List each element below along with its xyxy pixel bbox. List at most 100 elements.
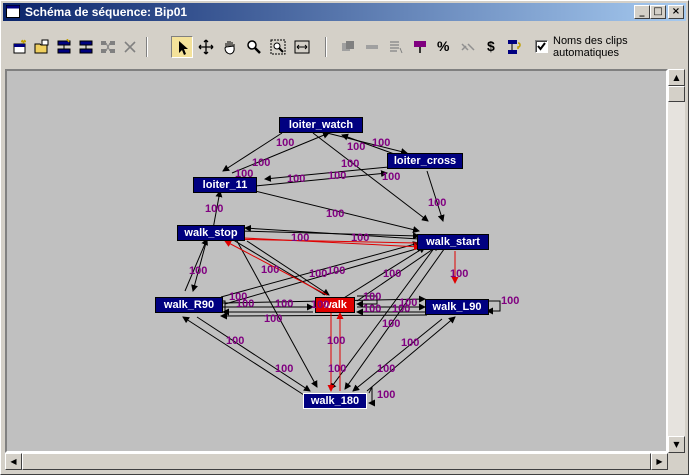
- auto-clip-names-label: Noms des clips automatiques: [553, 35, 628, 59]
- insert-transition-button[interactable]: [53, 36, 75, 58]
- flag-icon: [414, 41, 426, 53]
- open-clip-button[interactable]: [31, 36, 53, 58]
- move-icon: [198, 39, 214, 55]
- properties-icon: [342, 41, 354, 51]
- minus-button[interactable]: [361, 36, 383, 58]
- transition-weight: 100: [450, 268, 469, 280]
- zoom-region-button[interactable]: [267, 36, 289, 58]
- new-clip-button[interactable]: [9, 36, 31, 58]
- insert-transition-icon: [57, 39, 71, 54]
- transition-weight: 100: [347, 141, 366, 153]
- remove-transition-icon: [79, 40, 93, 54]
- shuffle-button[interactable]: [457, 36, 479, 58]
- sequence-graph-canvas[interactable]: loiter_watch loiter_cross loiter_11 walk…: [5, 69, 668, 453]
- properties-button[interactable]: [337, 36, 359, 58]
- fit-view-button[interactable]: [291, 36, 313, 58]
- percent-icon: %: [437, 38, 450, 54]
- scroll-up-button[interactable]: ▲: [668, 69, 685, 86]
- horizontal-scroll-thumb[interactable]: [22, 453, 651, 470]
- title-bar[interactable]: Schéma de séquence: Bip01 _ □ ×: [3, 3, 686, 21]
- transition-weight: 100: [382, 171, 401, 183]
- remove-transition-button[interactable]: [75, 36, 97, 58]
- scroll-right-button[interactable]: ▶: [651, 453, 668, 470]
- scroll-left-button[interactable]: ◀: [5, 453, 22, 470]
- clip-node-loiter-watch[interactable]: loiter_watch: [279, 117, 363, 133]
- clip-node-walk-stop[interactable]: walk_stop: [177, 225, 245, 241]
- vertical-scrollbar[interactable]: ▲ ▼: [668, 69, 685, 453]
- scroll-down-button[interactable]: ▼: [668, 436, 685, 453]
- pan-hand-icon: [224, 41, 235, 55]
- transition-weight: 100: [328, 363, 347, 375]
- close-button[interactable]: ×: [668, 5, 684, 19]
- transition-edge: [182, 316, 305, 396]
- minimize-button[interactable]: _: [634, 5, 650, 19]
- window-title: Schéma de séquence: Bip01: [25, 5, 188, 19]
- new-clip-icon: [13, 39, 26, 54]
- flag-button[interactable]: [409, 36, 431, 58]
- toolbar-separator: [325, 37, 327, 57]
- toolbar: % $ Noms des clips automatiques: [3, 23, 686, 67]
- transition-edge: [366, 316, 456, 392]
- transition-weight: 100: [383, 268, 402, 280]
- horizontal-scrollbar[interactable]: ◀ ▶: [5, 453, 668, 470]
- select-arrow-icon: [179, 41, 188, 55]
- checkmark-icon: [537, 42, 546, 51]
- window-icon: [6, 5, 20, 18]
- transition-weight: 100: [351, 232, 370, 244]
- grid-button[interactable]: [97, 36, 119, 58]
- transition-weight: 100: [311, 299, 330, 311]
- dollar-button[interactable]: $: [481, 36, 503, 58]
- clip-node-walk-L90[interactable]: walk_L90: [425, 299, 489, 315]
- pan-tool-button[interactable]: [219, 36, 241, 58]
- transition-weight: 100: [226, 335, 245, 347]
- script-icon: [508, 40, 521, 54]
- clip-node-walk-R90[interactable]: walk_R90: [155, 297, 223, 313]
- transition-edge: [426, 170, 445, 222]
- list-button[interactable]: [385, 36, 407, 58]
- transition-weight: 100: [401, 337, 420, 349]
- transition-weight: 100: [261, 264, 280, 276]
- maximize-button[interactable]: □: [650, 5, 666, 19]
- transition-edge: [338, 246, 426, 302]
- transition-weight: 100: [363, 291, 382, 303]
- clip-node-walk-start[interactable]: walk_start: [417, 234, 489, 250]
- transition-weight: 100: [382, 318, 401, 330]
- vertical-scroll-thumb[interactable]: [668, 86, 685, 102]
- auto-clip-names-option[interactable]: Noms des clips automatiques: [533, 35, 683, 65]
- transition-weight: 100: [377, 363, 396, 375]
- dollar-icon: $: [487, 38, 495, 54]
- delete-button[interactable]: [119, 36, 141, 58]
- fit-icon: [294, 40, 310, 54]
- transition-weight: 100: [276, 137, 295, 149]
- transition-weight: 100: [399, 297, 418, 309]
- transition-weight: 100: [363, 303, 382, 315]
- zoom-tool-button[interactable]: [243, 36, 265, 58]
- clip-node-walk-180[interactable]: walk_180: [303, 393, 367, 409]
- zoom-icon: [247, 40, 261, 54]
- transition-edge: [196, 316, 311, 392]
- delete-icon: [124, 41, 136, 53]
- clip-node-loiter-cross[interactable]: loiter_cross: [387, 153, 463, 169]
- transition-weight: 100: [309, 268, 328, 280]
- move-tool-button[interactable]: [195, 36, 217, 58]
- transition-weight: 100: [428, 197, 447, 209]
- transition-weight: 100: [205, 203, 224, 215]
- transition-edge: [244, 224, 420, 240]
- transition-weight: 100: [236, 298, 255, 310]
- grid-icon: [101, 41, 115, 53]
- transition-weight: 100: [287, 173, 306, 185]
- list-icon: [390, 41, 403, 54]
- transition-weight: 100: [275, 298, 294, 310]
- percent-button[interactable]: %: [433, 36, 455, 58]
- transition-weight: 100: [326, 208, 345, 220]
- transition-weight: 100: [235, 168, 254, 180]
- transition-weight: 100: [377, 389, 396, 401]
- script-button[interactable]: [503, 36, 525, 58]
- transition-weight: 100: [341, 158, 360, 170]
- shuffle-icon: [461, 43, 475, 51]
- zoom-region-icon: [270, 39, 286, 55]
- auto-clip-names-checkbox[interactable]: [535, 40, 548, 53]
- transition-weight: 100: [252, 157, 271, 169]
- select-tool-button[interactable]: [171, 36, 193, 58]
- transition-weight: 100: [291, 232, 310, 244]
